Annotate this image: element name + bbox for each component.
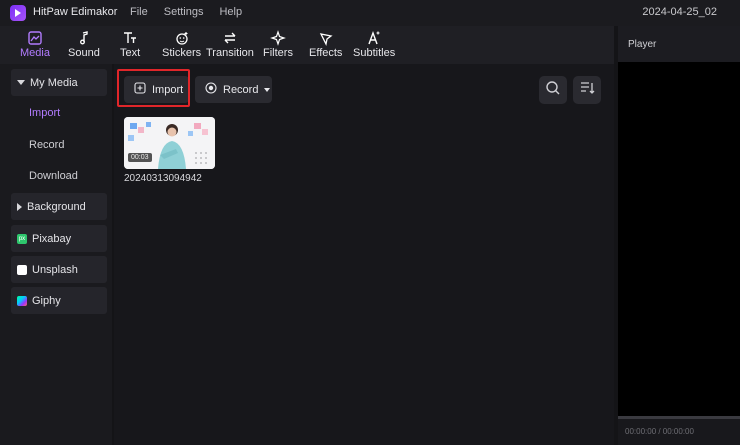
tab-sound[interactable]: Sound: [68, 30, 100, 59]
menu-bar: File Settings Help: [130, 6, 242, 18]
record-icon: [205, 82, 217, 97]
sidebar-item-record[interactable]: Record: [29, 139, 64, 151]
player-panel: Player 00:00:00 / 00:00:00: [618, 26, 740, 445]
effects-icon: [309, 30, 342, 46]
tab-subtitles[interactable]: Subtitles: [353, 30, 395, 59]
title-bar: HitPaw Edimakor File Settings Help 2024-…: [0, 0, 740, 26]
sidebar-item-label: Giphy: [32, 294, 61, 307]
player-timecode: 00:00:00 / 00:00:00: [625, 427, 694, 436]
media-thumbnail[interactable]: 00:03: [124, 117, 215, 169]
player-title: Player: [618, 26, 740, 62]
sidebar-item-label: My Media: [30, 76, 78, 89]
menu-settings[interactable]: Settings: [164, 6, 204, 18]
sidebar-item-label: Pixabay: [32, 232, 72, 245]
tab-sound-label: Sound: [68, 47, 100, 59]
tab-transition[interactable]: Transition: [206, 30, 254, 59]
sidebar-item-import[interactable]: Import: [29, 107, 60, 119]
tab-media-label: Media: [20, 47, 50, 59]
tab-media[interactable]: Media: [20, 30, 50, 59]
chevron-right-icon: [17, 202, 22, 211]
app-name: HitPaw Edimakor: [33, 6, 118, 18]
tab-filters-label: Filters: [263, 47, 293, 59]
tab-text-label: Text: [120, 47, 141, 59]
app-logo-icon: [10, 5, 26, 21]
sidebar-item-my-media[interactable]: My Media: [11, 69, 107, 96]
sidebar-item-pixabay[interactable]: px Pixabay: [11, 225, 107, 252]
media-filename: 20240313094942: [124, 173, 202, 184]
sidebar-item-unsplash[interactable]: Unsplash: [11, 256, 107, 283]
tab-effects-label: Effects: [309, 47, 343, 59]
sort-icon: [579, 80, 595, 101]
main-toolbar: Media Sound Text Stickers Transition Fil…: [0, 26, 614, 64]
media-icon: [20, 30, 50, 46]
sidebar-item-label: Unsplash: [32, 263, 78, 276]
search-icon: [545, 80, 561, 101]
tab-subtitles-label: Subtitles: [353, 47, 396, 59]
record-button[interactable]: Record: [195, 76, 272, 103]
tab-text[interactable]: Text: [120, 30, 140, 59]
duration-badge: 00:03: [128, 153, 152, 162]
search-button[interactable]: [539, 76, 567, 104]
record-button-label: Record: [223, 83, 259, 96]
sort-button[interactable]: [573, 76, 601, 104]
tab-effects[interactable]: Effects: [309, 30, 342, 59]
text-icon: [120, 30, 140, 46]
unsplash-icon: [17, 264, 27, 275]
sidebar-item-label: Background: [27, 200, 86, 213]
giphy-icon: [17, 295, 27, 306]
player-controls: 00:00:00 / 00:00:00: [618, 419, 740, 445]
media-sidebar: My Media Import Record Download Backgrou…: [0, 64, 112, 445]
menu-help[interactable]: Help: [219, 6, 242, 18]
tab-transition-label: Transition: [206, 47, 254, 59]
subtitles-icon: [353, 30, 395, 46]
chevron-down-icon: [17, 80, 25, 85]
tab-filters[interactable]: Filters: [263, 30, 293, 59]
pixabay-icon: px: [17, 233, 27, 244]
sidebar-item-download[interactable]: Download: [29, 170, 78, 182]
music-note-icon: [68, 30, 100, 46]
tab-stickers[interactable]: Stickers: [162, 30, 201, 59]
tab-stickers-label: Stickers: [162, 47, 202, 59]
sticker-icon: [162, 30, 201, 46]
sidebar-item-background[interactable]: Background: [11, 193, 107, 220]
project-date: 2024-04-25_02: [642, 6, 717, 18]
import-highlight-box: [117, 69, 190, 107]
transition-icon: [206, 30, 254, 46]
sidebar-item-giphy[interactable]: Giphy: [11, 287, 107, 314]
menu-file[interactable]: File: [130, 6, 148, 18]
chevron-down-icon: [264, 87, 271, 92]
sparkle-icon: [263, 30, 293, 46]
